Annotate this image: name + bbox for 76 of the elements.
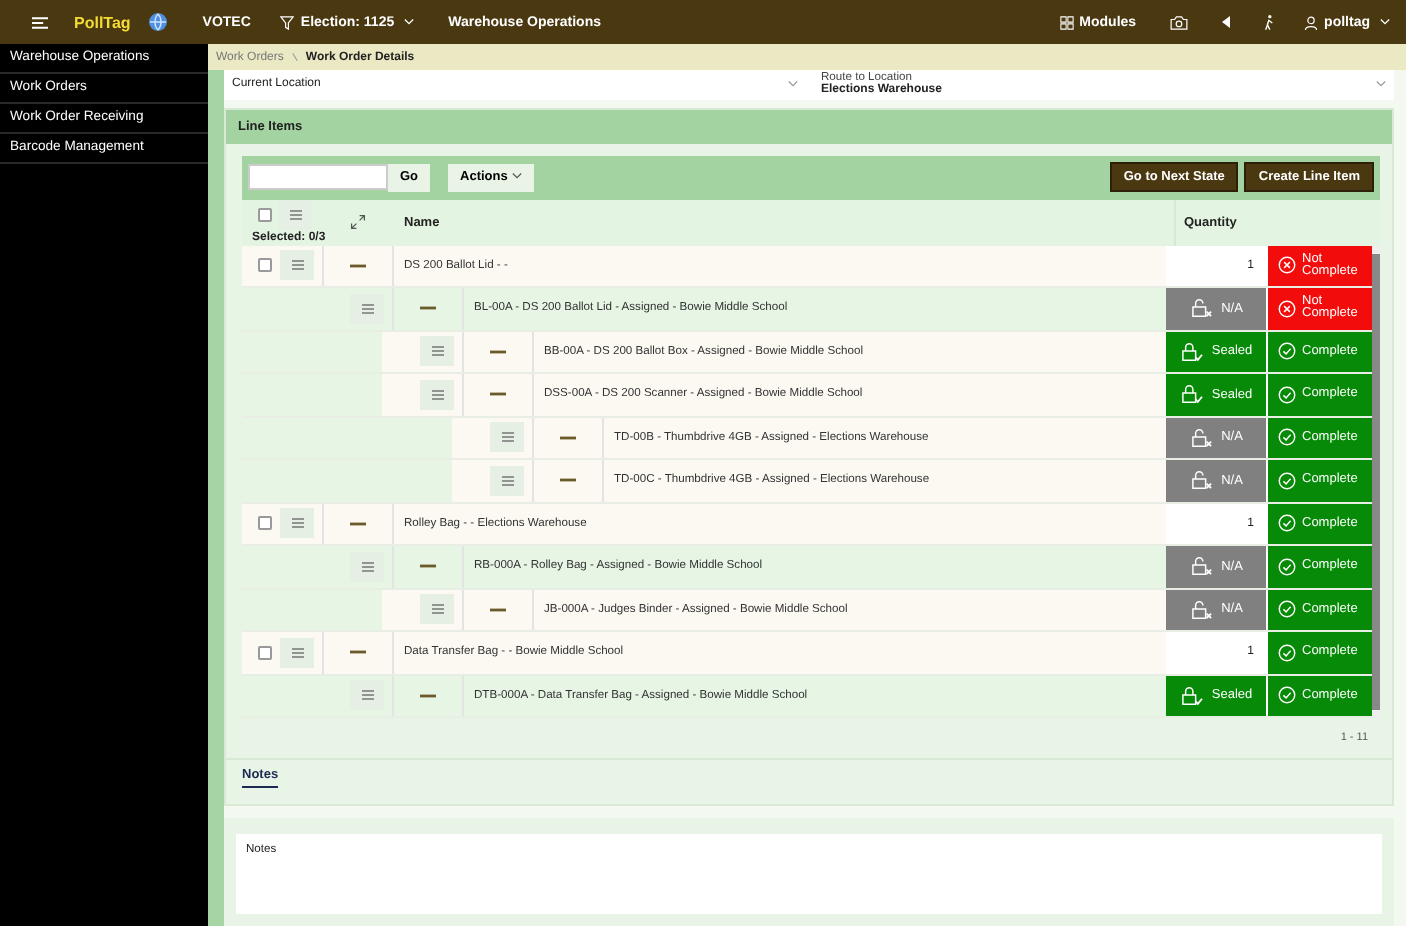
- row-menu-button[interactable]: [280, 250, 314, 281]
- lock-check-icon: [1179, 685, 1204, 706]
- user-icon: [1304, 15, 1319, 29]
- unlocked-x-icon: [1189, 298, 1214, 319]
- row-menu-button[interactable]: [280, 508, 314, 539]
- collapse-icon[interactable]: [420, 564, 436, 569]
- check-circle-icon: [1278, 514, 1296, 533]
- collapse-icon[interactable]: [350, 650, 366, 655]
- collapse-icon[interactable]: [490, 349, 506, 354]
- row-menu-button[interactable]: [420, 594, 454, 625]
- menu-icon: [501, 432, 513, 443]
- menu-icon: [291, 518, 303, 529]
- row-checkbox[interactable]: [258, 516, 272, 531]
- unlocked-x-icon: [1189, 470, 1214, 491]
- menu-icon[interactable]: [32, 15, 48, 29]
- menu-icon: [361, 690, 373, 701]
- expand-icon[interactable]: [350, 214, 366, 230]
- select-all-checkbox[interactable]: [258, 208, 272, 222]
- menu-icon: [501, 475, 513, 486]
- check-circle-icon: [1278, 686, 1296, 705]
- collapse-icon[interactable]: [420, 306, 436, 311]
- row-menu-button[interactable]: [490, 465, 524, 496]
- camera-icon[interactable]: [1170, 15, 1189, 29]
- row-checkbox[interactable]: [258, 258, 272, 273]
- check-circle-icon: [1278, 342, 1296, 361]
- check-circle-icon: [1278, 471, 1296, 490]
- grid-icon: [1059, 15, 1074, 29]
- chevron-down-icon: [787, 80, 797, 89]
- chevron-down-icon: [404, 18, 415, 26]
- collapse-icon[interactable]: [490, 392, 506, 397]
- row-menu-button[interactable]: [490, 422, 524, 453]
- triangle-left-icon[interactable]: [1222, 16, 1231, 28]
- breadcrumb-separator-icon: [291, 52, 298, 62]
- collapse-icon[interactable]: [560, 435, 576, 440]
- filter-icon: [280, 15, 295, 29]
- check-circle-icon: [1278, 600, 1296, 619]
- unlocked-x-icon: [1189, 427, 1214, 448]
- menu-icon: [431, 346, 443, 357]
- collapse-icon[interactable]: [420, 693, 436, 698]
- lock-check-icon: [1179, 384, 1204, 405]
- collapse-icon[interactable]: [350, 521, 366, 526]
- x-circle-icon: [1278, 299, 1296, 318]
- menu-icon: [361, 561, 373, 572]
- menu-icon: [431, 604, 443, 615]
- menu-icon: [289, 210, 301, 220]
- chevron-down-icon: [511, 172, 522, 180]
- row-menu-button[interactable]: [350, 680, 384, 711]
- scrollbar[interactable]: [1372, 245, 1380, 718]
- row-checkbox[interactable]: [258, 645, 272, 660]
- globe-icon: [148, 12, 169, 32]
- collapse-icon[interactable]: [490, 607, 506, 612]
- chevron-down-icon: [1376, 80, 1386, 89]
- row-menu-button[interactable]: [420, 336, 454, 367]
- row-menu-button[interactable]: [280, 637, 314, 668]
- row-menu-button[interactable]: [278, 200, 312, 230]
- unlocked-x-icon: [1189, 599, 1214, 620]
- collapse-icon[interactable]: [560, 478, 576, 483]
- row-menu-button[interactable]: [420, 379, 454, 410]
- search-field[interactable]: [248, 164, 388, 190]
- menu-icon: [291, 260, 303, 271]
- chevron-down-icon: [1380, 18, 1390, 26]
- menu-icon: [361, 303, 373, 314]
- collapse-icon[interactable]: [350, 263, 366, 268]
- person-walking-icon[interactable]: [1264, 13, 1275, 31]
- menu-icon: [291, 647, 303, 658]
- row-menu-button[interactable]: [350, 293, 384, 324]
- brand-logo-text[interactable]: PollTag: [74, 13, 131, 31]
- lock-check-icon: [1179, 341, 1204, 362]
- check-circle-icon: [1278, 643, 1296, 662]
- x-circle-icon: [1278, 256, 1296, 275]
- unlocked-x-icon: [1189, 556, 1214, 577]
- check-circle-icon: [1278, 428, 1296, 447]
- check-circle-icon: [1278, 385, 1296, 404]
- check-circle-icon: [1278, 557, 1296, 576]
- menu-icon: [431, 389, 443, 400]
- row-menu-button[interactable]: [350, 551, 384, 582]
